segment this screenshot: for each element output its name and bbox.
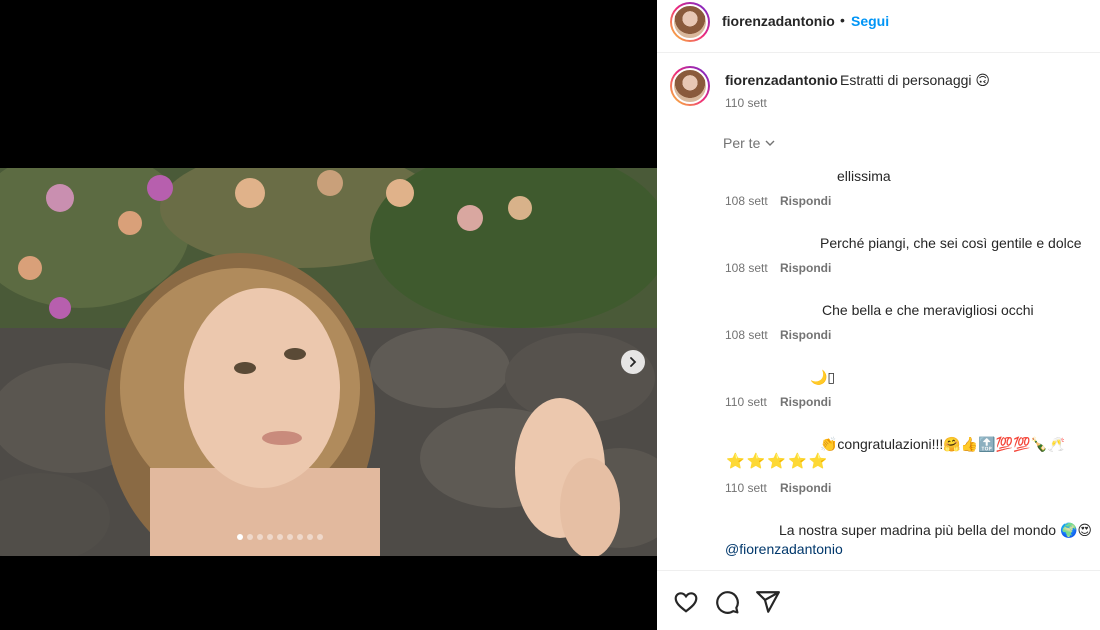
reply-button[interactable]: Rispondi — [780, 395, 831, 409]
comment-time: 108 sett — [725, 194, 768, 208]
caption-text: Estratti di personaggi 🙃 — [840, 72, 991, 88]
mention-link[interactable]: @fiorenzadantonio — [725, 541, 843, 557]
chevron-down-icon — [765, 140, 775, 146]
comment-time: 108 sett — [725, 261, 768, 275]
post-header: fiorenzadantonio • Segui — [657, 0, 1100, 53]
instagram-post-viewer: fiorenzadantonio • Segui fiorenzadantoni… — [0, 0, 1100, 630]
caption-username[interactable]: fiorenzadantonio — [725, 72, 838, 88]
carousel-dot — [257, 534, 263, 540]
carousel-indicator — [237, 534, 323, 540]
post-actions-bar — [657, 570, 1100, 630]
author-username[interactable]: fiorenzadantonio — [722, 13, 835, 29]
heart-icon[interactable] — [673, 589, 699, 615]
comment-time: 110 sett — [725, 481, 767, 495]
comments-feed[interactable]: fiorenzadantonio Estratti di personaggi … — [657, 54, 1100, 570]
carousel-dot — [277, 534, 283, 540]
next-image-button[interactable] — [621, 350, 645, 374]
reply-button[interactable]: Rispondi — [780, 481, 831, 495]
post-side-panel: fiorenzadantonio • Segui fiorenzadantoni… — [657, 0, 1100, 630]
comment-time: 108 sett — [725, 328, 768, 342]
sort-label: Per te — [723, 135, 761, 151]
separator-dot: • — [840, 12, 845, 28]
comment-time: 110 sett — [725, 395, 767, 409]
comment-text: 🌙▯ — [810, 369, 836, 385]
carousel-dot — [307, 534, 313, 540]
chevron-right-icon — [630, 357, 637, 367]
reply-button[interactable]: Rispondi — [780, 194, 831, 208]
carousel-dot — [247, 534, 253, 540]
carousel-dot — [297, 534, 303, 540]
caption-time: 110 sett — [725, 96, 767, 110]
author-avatar[interactable] — [670, 2, 710, 42]
carousel-dot — [267, 534, 273, 540]
post-photo[interactable] — [0, 168, 657, 556]
carousel-dot — [287, 534, 293, 540]
comment-icon[interactable] — [714, 589, 740, 615]
comment-text: 👏congratulazioni!!!🤗👍🔝💯💯🍾🥂 — [820, 436, 1066, 452]
comment-stars: ⭐⭐⭐⭐⭐ — [726, 453, 830, 470]
send-icon[interactable] — [755, 589, 781, 615]
carousel-dot — [237, 534, 243, 540]
comment-text: La nostra super madrina più bella del mo… — [779, 522, 1092, 538]
reply-button[interactable]: Rispondi — [780, 261, 831, 275]
caption-avatar[interactable] — [670, 66, 710, 106]
carousel-dot — [317, 534, 323, 540]
media-pane — [0, 0, 657, 630]
comments-sort-dropdown[interactable]: Per te — [723, 135, 776, 151]
follow-button[interactable]: Segui — [851, 13, 889, 29]
reply-button[interactable]: Rispondi — [780, 328, 831, 342]
comment-text: ellissima — [837, 168, 891, 184]
comment-text: Che bella e che meravigliosi occhi — [822, 302, 1034, 318]
comment-text: Perché piangi, che sei così gentile e do… — [820, 235, 1082, 251]
